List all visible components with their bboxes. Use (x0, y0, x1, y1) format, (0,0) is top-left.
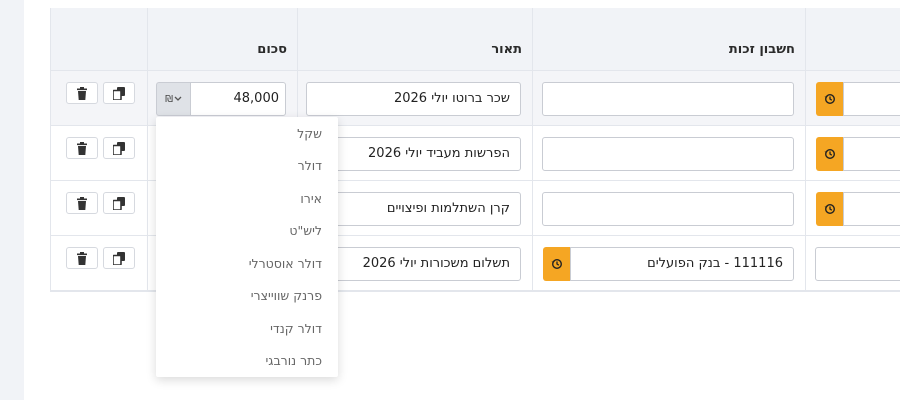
header-credit-account-label: חשבון זכות (728, 42, 795, 57)
credit-account-input[interactable] (542, 192, 794, 226)
description-input[interactable]: שכר ברוטו יולי 2026 (306, 82, 521, 116)
currency-option[interactable]: דולר אוסטרלי (249, 256, 322, 271)
copy-icon (113, 196, 125, 210)
amount-field-group: ₪ 48,000 (156, 82, 286, 116)
trash-icon (77, 141, 87, 155)
history-icon (824, 93, 836, 105)
column-divider (147, 8, 148, 292)
currency-option[interactable]: כתר נורבגי (266, 353, 323, 368)
header-amount: סכום (147, 8, 297, 71)
history-button[interactable] (816, 137, 844, 171)
amount-input[interactable]: 48,000 (190, 82, 286, 116)
debit-account-input[interactable] (843, 137, 900, 171)
currency-option[interactable]: שקל (297, 126, 322, 141)
credit-account-input[interactable] (542, 82, 794, 116)
description-input[interactable]: קרן השתלמות ופיצויים (306, 192, 521, 226)
delete-row-button[interactable] (66, 192, 98, 214)
chevron-down-icon (174, 96, 182, 101)
credit-account-input[interactable] (542, 137, 794, 171)
header-actions (51, 8, 147, 71)
header-description-label: תאור (491, 42, 522, 57)
copy-row-button[interactable] (103, 247, 135, 269)
debit-account-input[interactable] (843, 192, 900, 226)
header-description: תאור (297, 8, 532, 71)
currency-toggle[interactable]: ₪ (156, 82, 190, 116)
copy-icon (113, 251, 125, 265)
trash-icon (77, 196, 87, 210)
currency-dropdown: שקל דולר אירו ליש"ט דולר אוסטרלי פרנק שו… (156, 117, 338, 377)
credit-account-input[interactable]: 111116 - בנק הפועלים (570, 247, 794, 281)
history-icon (551, 258, 563, 270)
trash-icon (77, 86, 87, 100)
copy-icon (113, 141, 125, 155)
currency-option[interactable]: אירו (300, 191, 322, 206)
header-debit-account (805, 8, 900, 71)
header-amount-label: סכום (257, 42, 287, 57)
currency-option[interactable]: דולר קנדי (270, 321, 322, 336)
copy-icon (113, 86, 125, 100)
currency-symbol: ₪ (165, 93, 173, 105)
history-button[interactable] (816, 82, 844, 116)
history-icon (824, 148, 836, 160)
history-button[interactable] (816, 192, 844, 226)
history-icon (824, 203, 836, 215)
delete-row-button[interactable] (66, 137, 98, 159)
column-divider (532, 8, 533, 292)
debit-account-input[interactable] (843, 82, 900, 116)
delete-row-button[interactable] (66, 247, 98, 269)
history-button[interactable] (543, 247, 571, 281)
copy-row-button[interactable] (103, 82, 135, 104)
copy-row-button[interactable] (103, 192, 135, 214)
trash-icon (77, 251, 87, 265)
debit-account-input[interactable] (815, 247, 900, 281)
delete-row-button[interactable] (66, 82, 98, 104)
currency-option[interactable]: ליש"ט (289, 223, 322, 238)
currency-option[interactable]: פרנק שווייצרי (251, 288, 322, 303)
description-input[interactable]: הפרשות מעביד יולי 2026 (306, 137, 521, 171)
column-divider (805, 8, 806, 292)
header-credit-account: חשבון זכות (532, 8, 805, 71)
copy-row-button[interactable] (103, 137, 135, 159)
currency-option[interactable]: דולר (298, 158, 322, 173)
description-input[interactable]: תשלום משכורות יולי 2026 (306, 247, 521, 281)
